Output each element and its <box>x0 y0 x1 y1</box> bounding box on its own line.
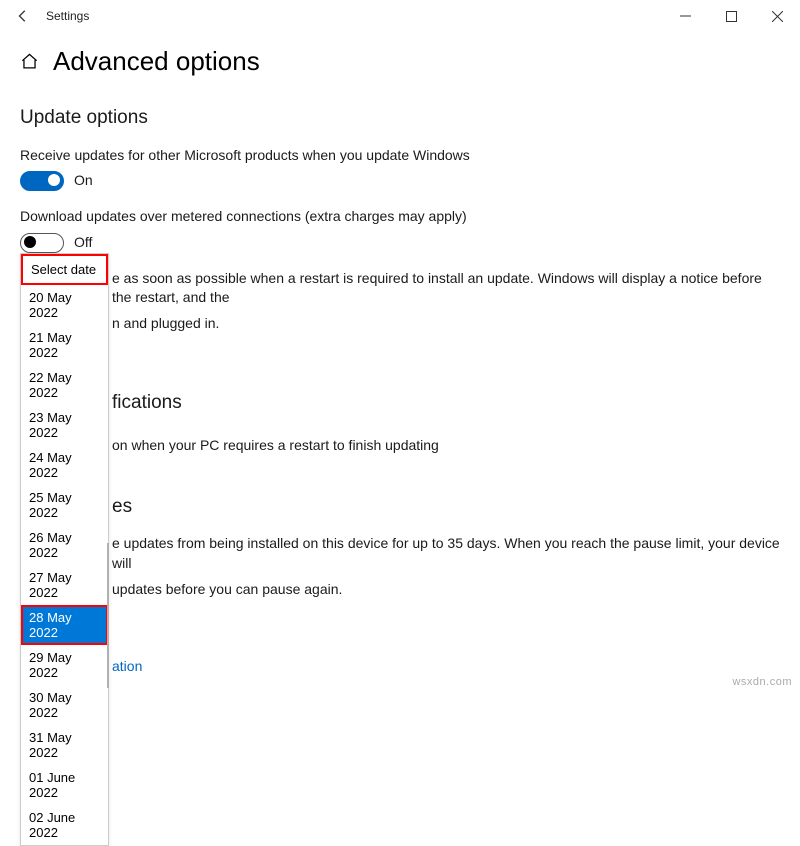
back-button[interactable] <box>0 9 46 23</box>
notifications-heading-fragment: fications <box>112 390 780 417</box>
dropdown-item[interactable]: 02 June 2022 <box>21 805 108 845</box>
update-options-heading: Update options <box>20 105 780 132</box>
dropdown-item[interactable]: 24 May 2022 <box>21 445 108 485</box>
dropdown-item[interactable]: 30 May 2022 <box>21 685 108 725</box>
watermark: wsxdn.com <box>732 676 792 688</box>
dropdown-item[interactable]: 01 June 2022 <box>21 765 108 805</box>
dropdown-item[interactable]: 25 May 2022 <box>21 485 108 525</box>
window-controls <box>662 0 800 32</box>
dropdown-item[interactable]: 27 May 2022 <box>21 565 108 605</box>
dropdown-item[interactable]: 28 May 2022 <box>21 605 108 645</box>
home-icon[interactable] <box>20 52 39 71</box>
dropdown-item[interactable]: 26 May 2022 <box>21 525 108 565</box>
pause-date-dropdown[interactable]: Select date 20 May 202221 May 202222 May… <box>20 253 109 846</box>
dropdown-item[interactable]: 31 May 2022 <box>21 725 108 765</box>
restart-option-text-2: n and plugged in. <box>112 314 780 334</box>
toggle-state-label: Off <box>74 233 92 253</box>
toggle-state-label: On <box>74 171 93 191</box>
close-button[interactable] <box>754 0 800 32</box>
restart-option-text-1: e as soon as possible when a restart is … <box>112 269 780 308</box>
option-label: Download updates over metered connection… <box>20 207 780 227</box>
toggle-metered[interactable] <box>20 233 64 253</box>
dropdown-item[interactable]: 22 May 2022 <box>21 365 108 405</box>
toggle-receive-updates[interactable] <box>20 171 64 191</box>
pause-heading-fragment: es <box>112 494 780 521</box>
dropdown-header[interactable]: Select date <box>21 254 108 285</box>
pause-body-line1: e updates from being installed on this d… <box>112 534 780 573</box>
dropdown-item[interactable]: 23 May 2022 <box>21 405 108 445</box>
link-fragment[interactable]: ation <box>112 657 142 677</box>
dropdown-item[interactable]: 20 May 2022 <box>21 285 108 325</box>
dropdown-item[interactable]: 29 May 2022 <box>21 645 108 685</box>
minimize-button[interactable] <box>662 0 708 32</box>
titlebar: Settings <box>0 0 800 32</box>
page-header: Advanced options <box>0 32 800 97</box>
maximize-button[interactable] <box>708 0 754 32</box>
dropdown-item[interactable]: 21 May 2022 <box>21 325 108 365</box>
page-title: Advanced options <box>53 46 260 77</box>
notifications-body-fragment: on when your PC requires a restart to fi… <box>112 436 780 456</box>
pause-body-line2: updates before you can pause again. <box>112 580 780 600</box>
dropdown-scrollbar[interactable] <box>107 543 109 688</box>
content: Update options Receive updates for other… <box>0 105 800 677</box>
option-receive-updates: Receive updates for other Microsoft prod… <box>20 146 780 192</box>
option-metered: Download updates over metered connection… <box>20 207 780 253</box>
window-title: Settings <box>46 9 662 23</box>
option-label: Receive updates for other Microsoft prod… <box>20 146 780 166</box>
